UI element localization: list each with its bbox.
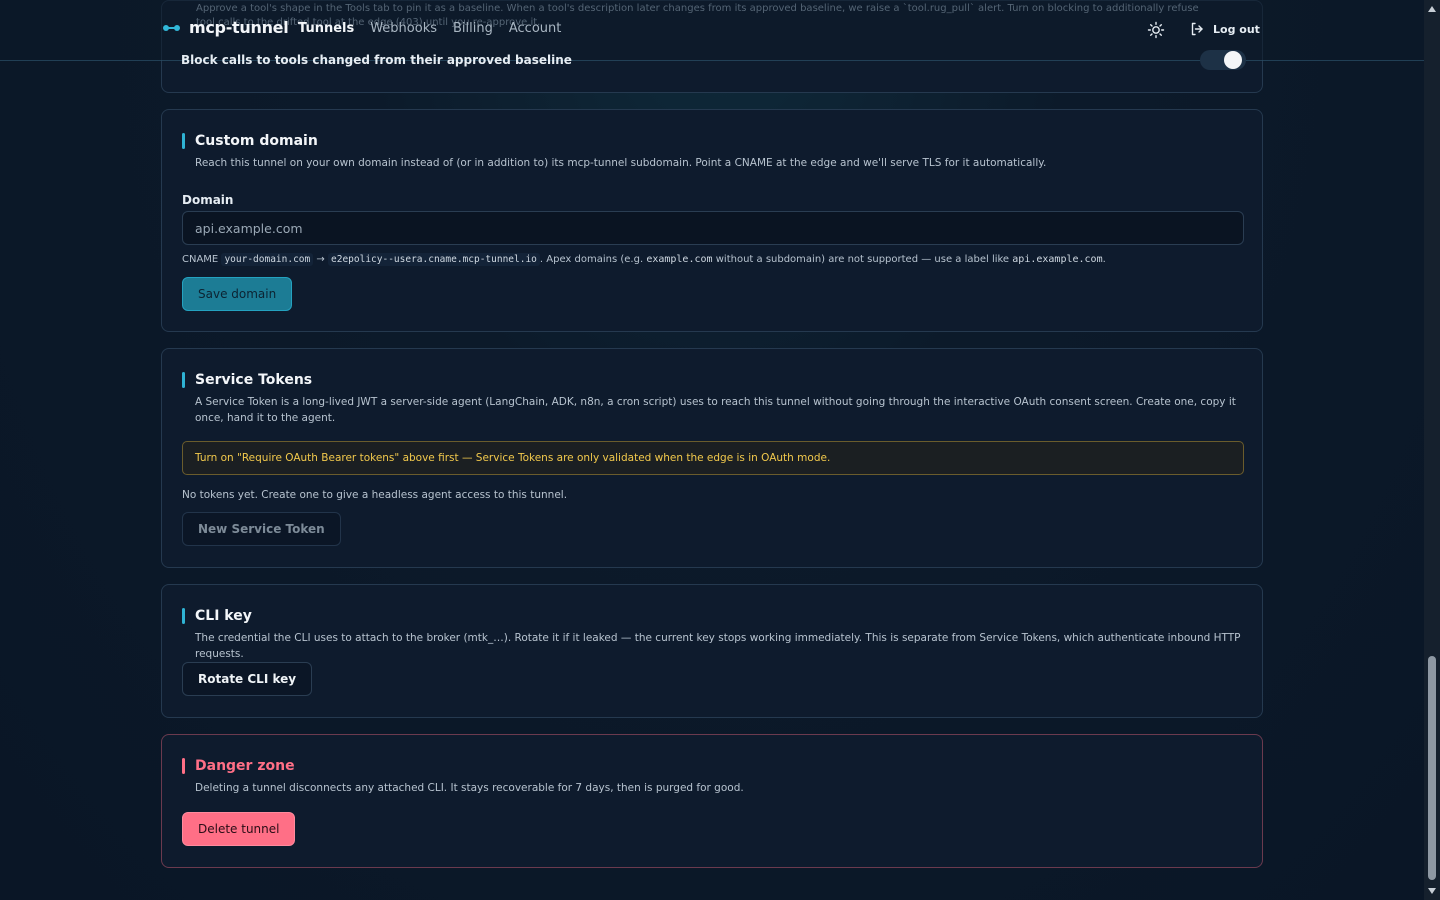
page: Approve a tool's shape in the Tools tab …	[0, 0, 1424, 900]
nav-links: Tunnels Webhooks Billing Account	[298, 21, 561, 36]
save-domain-button[interactable]: Save domain	[182, 277, 293, 311]
danger-zone-card: Danger zone Deleting a tunnel disconnect…	[161, 734, 1263, 868]
nav-link-billing[interactable]: Billing	[453, 21, 493, 36]
hint-example-label: api.example.com	[1012, 254, 1103, 265]
nav-link-account[interactable]: Account	[509, 21, 562, 36]
custom-domain-title: Custom domain	[182, 132, 318, 150]
domain-field-label: Domain	[182, 193, 234, 207]
nav-link-webhooks[interactable]: Webhooks	[370, 21, 437, 36]
brand-logo-link[interactable]: mcp-tunnel	[163, 18, 289, 37]
scroll-up-arrow-icon[interactable]	[1428, 6, 1436, 12]
cli-key-card: CLI key The credential the CLI uses to a…	[161, 584, 1263, 718]
page-scrollbar[interactable]	[1424, 0, 1440, 900]
hint-example-apex: example.com	[646, 254, 713, 265]
no-tokens-message: No tokens yet. Create one to give a head…	[182, 489, 568, 501]
hint-prefix: CNAME	[182, 254, 219, 265]
scrolled-under-text: Approve a tool's shape in the Tools tab …	[196, 3, 1199, 14]
scroll-down-arrow-icon[interactable]	[1428, 888, 1436, 894]
brand-name: mcp-tunnel	[189, 18, 289, 37]
hint-cname-target: e2epolicy--usera.cname.mcp-tunnel.io	[328, 253, 540, 266]
nav-link-tunnels[interactable]: Tunnels	[298, 21, 354, 36]
rotate-cli-key-button[interactable]: Rotate CLI key	[182, 662, 313, 696]
sun-icon	[1147, 21, 1165, 39]
new-service-token-button[interactable]: New Service Token	[182, 512, 341, 546]
logout-label: Log out	[1213, 22, 1260, 36]
hint-text: . Apex domains (e.g.	[539, 254, 644, 265]
arrow-icon: →	[316, 254, 325, 265]
delete-tunnel-button[interactable]: Delete tunnel	[182, 812, 296, 846]
cname-hint: CNAME your-domain.com → e2epolicy--usera…	[182, 253, 1247, 267]
domain-input[interactable]	[182, 211, 1244, 245]
custom-domain-description: Reach this tunnel on your own domain ins…	[195, 157, 1047, 169]
block-drifted-tools-toggle[interactable]	[1200, 50, 1246, 70]
hint-your-domain: your-domain.com	[221, 253, 314, 266]
cli-key-title: CLI key	[182, 607, 252, 625]
logout-icon	[1191, 22, 1203, 36]
theme-toggle-button[interactable]	[1146, 20, 1166, 40]
tunnel-logo-icon	[163, 23, 181, 33]
service-tokens-description: A Service Token is a long-lived JWT a se…	[195, 396, 1236, 424]
cli-key-description: The credential the CLI uses to attach to…	[195, 632, 1241, 660]
hint-text: .	[1102, 254, 1106, 265]
scrollbar-thumb[interactable]	[1428, 656, 1436, 880]
service-tokens-title: Service Tokens	[182, 371, 312, 389]
logout-button[interactable]: Log out	[1189, 21, 1260, 37]
service-tokens-card: Service Tokens A Service Token is a long…	[161, 348, 1263, 568]
block-drifted-tools-label: Block calls to tools changed from their …	[181, 53, 572, 67]
oauth-required-warning: Turn on "Require OAuth Bearer tokens" ab…	[182, 441, 1244, 475]
danger-zone-description: Deleting a tunnel disconnects any attach…	[195, 782, 744, 794]
danger-zone-title: Danger zone	[182, 757, 295, 775]
hint-text: without a subdomain) are not supported —…	[715, 254, 1010, 265]
toggle-knob	[1224, 51, 1242, 69]
custom-domain-card: Custom domain Reach this tunnel on your …	[161, 109, 1263, 332]
